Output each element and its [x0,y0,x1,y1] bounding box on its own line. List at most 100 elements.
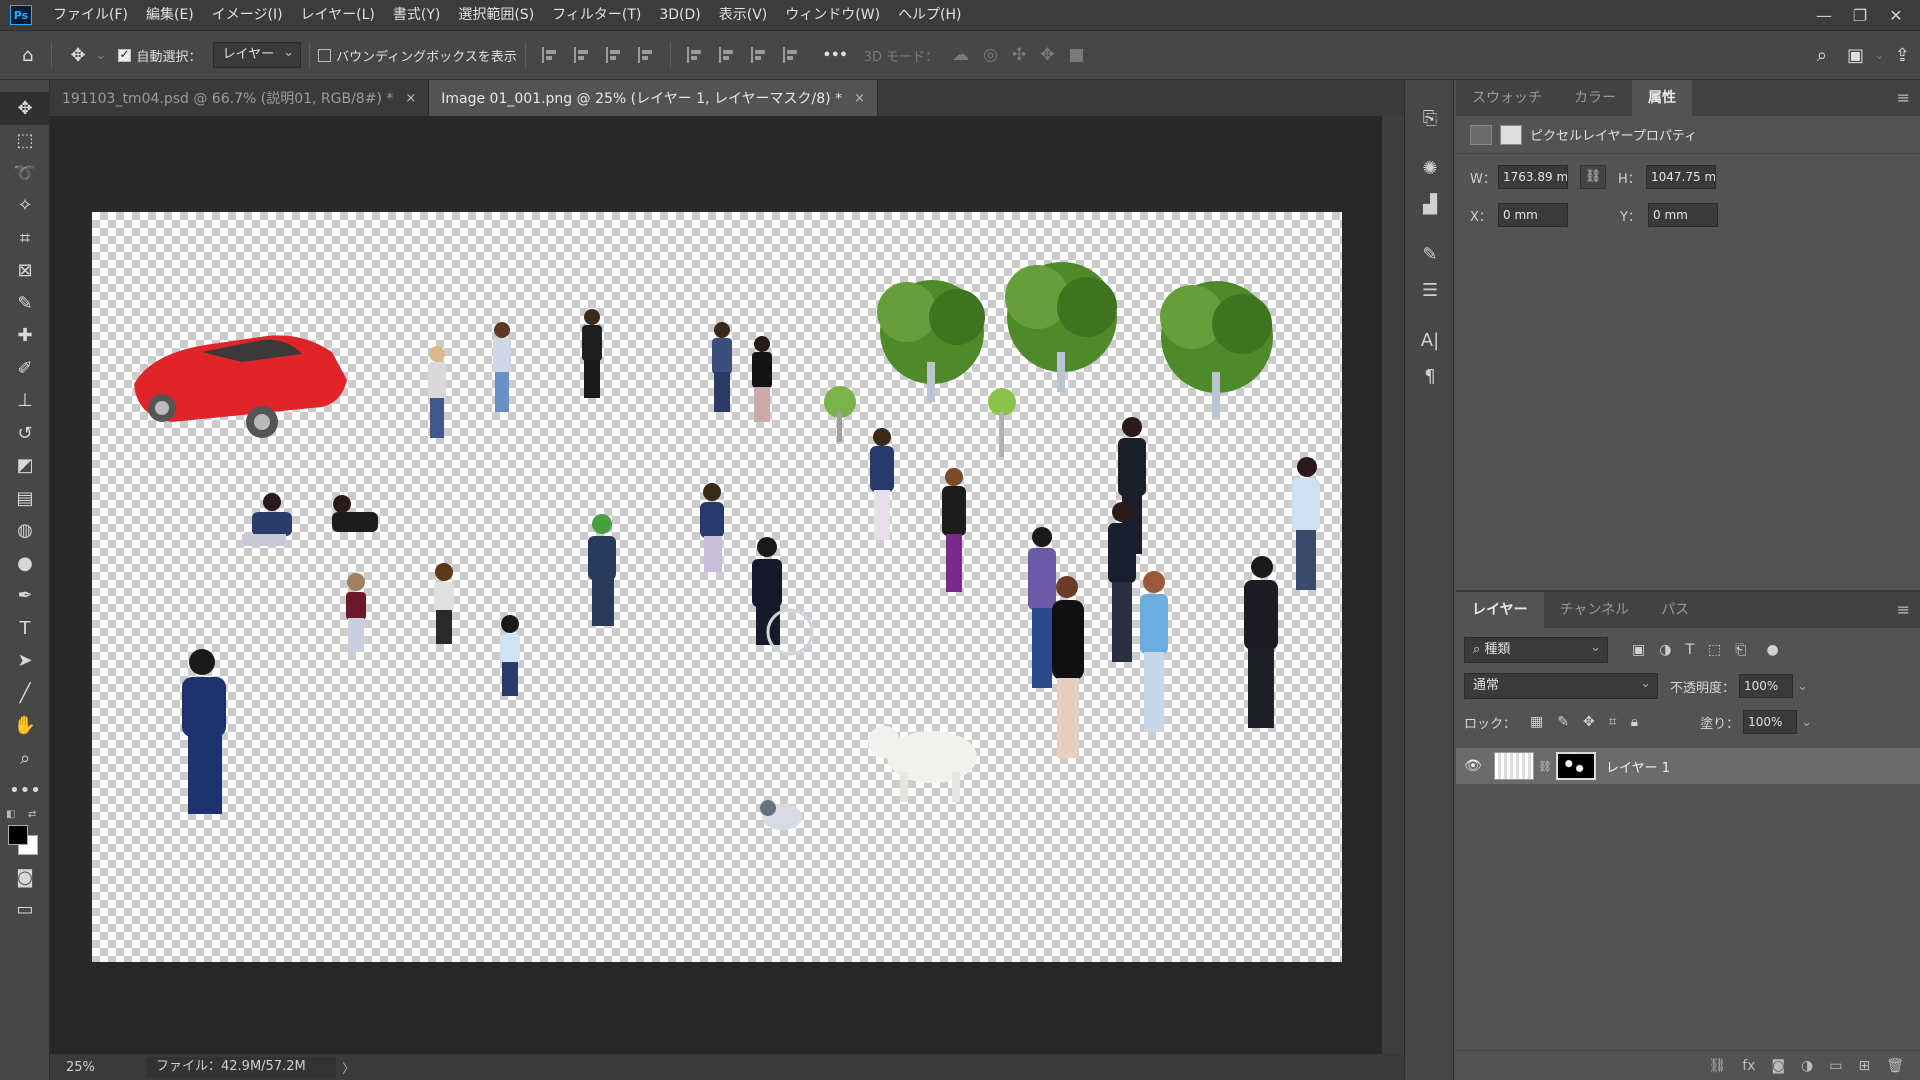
swap-colors-icon[interactable]: ⇄ [28,809,36,820]
opacity-chevron-icon[interactable]: ⌄ [1797,679,1808,694]
crop-tool-icon[interactable]: ⌗ [0,222,50,255]
blend-mode-dropdown[interactable]: 通常 [1464,672,1658,699]
minimize-button[interactable]: — [1806,6,1842,25]
distribute-horizontal-icon[interactable] [782,47,799,63]
menu-edit[interactable]: 編集(E) [137,0,203,30]
blur-tool-icon[interactable]: ◍ [0,515,50,548]
3d-pan-icon[interactable]: ✣ [1012,45,1026,65]
history-brush-tool-icon[interactable]: ↺ [0,417,50,450]
tab-color[interactable]: カラー [1558,80,1632,116]
workspace-chevron-icon[interactable]: ⌄ [1874,48,1885,63]
tool-preset-chevron-icon[interactable]: ⌄ [96,48,107,63]
filter-kind-dropdown[interactable]: ⌕ 種類 [1464,636,1608,663]
auto-select-target-dropdown[interactable]: レイヤー [213,41,302,68]
menu-image[interactable]: イメージ(I) [203,0,292,30]
filter-shape-icon[interactable]: ⬚ [1708,642,1721,658]
restore-button[interactable]: ❐ [1842,6,1878,25]
menu-file[interactable]: ファイル(F) [44,0,137,30]
3d-roll-icon[interactable]: ◎ [983,45,998,65]
tab-channels[interactable]: チャンネル [1544,592,1646,628]
tab-properties[interactable]: 属性 [1632,80,1692,116]
menu-filter[interactable]: フィルター(T) [543,0,650,30]
screen-mode-icon[interactable]: ▭ [0,894,50,927]
more-tools-icon[interactable]: ••• [0,775,50,808]
status-menu-chevron-icon[interactable]: 〉 [342,1058,355,1077]
line-tool-icon[interactable]: ╱ [0,677,50,710]
menu-3d[interactable]: 3D(D) [650,0,709,30]
align-top-icon[interactable] [686,47,703,63]
align-vertical-center-icon[interactable] [718,47,735,63]
character-panel-icon[interactable]: A| [1405,322,1455,358]
clone-stamp-tool-icon[interactable]: ⊥ [0,385,50,418]
new-group-icon[interactable]: ▭ [1829,1058,1842,1074]
menu-select[interactable]: 選択範囲(S) [449,0,543,30]
lock-transparent-icon[interactable]: ▦ [1530,714,1543,730]
dodge-tool-icon[interactable]: ● [0,547,50,580]
zoom-level[interactable]: 25% [50,1060,110,1075]
close-icon[interactable]: × [405,91,416,106]
layer-mask-icon[interactable] [1500,124,1522,145]
gradient-tool-icon[interactable]: ▤ [0,482,50,515]
add-mask-icon[interactable]: ◙ [1771,1058,1785,1074]
panel-menu-icon[interactable]: ≡ [1897,88,1910,107]
distribute-vertical-icon[interactable] [637,47,654,63]
visibility-eye-icon[interactable]: 👁︎ [1456,758,1490,774]
3d-slide-icon[interactable]: ✥ [1040,45,1054,65]
home-icon[interactable]: ⌂ [22,45,33,66]
filter-toggle-icon[interactable]: ● [1766,642,1778,658]
more-options-button[interactable]: ••• [823,48,848,63]
bounding-box-checkbox[interactable] [318,48,332,62]
layer-thumbnail[interactable] [1494,752,1534,780]
lock-artboard-icon[interactable]: ⌗ [1609,714,1617,730]
fill-chevron-icon[interactable]: ⌄ [1801,715,1812,730]
tab-paths[interactable]: パス [1645,592,1705,628]
menu-view[interactable]: 表示(V) [710,0,777,30]
mask-link-icon[interactable]: ⛓ [1538,760,1552,773]
close-icon[interactable]: × [854,91,865,106]
history-panel-icon[interactable]: ⎘ [1405,100,1455,136]
tab-document-1[interactable]: 191103_tm04.psd @ 66.7% (説明01, RGB/8#) *… [50,80,430,116]
hand-tool-icon[interactable]: ✋ [0,710,50,743]
document-canvas[interactable] [92,212,1342,962]
opacity-field[interactable]: 100% [1739,674,1794,698]
canvas-area[interactable] [50,116,1382,1054]
paragraph-panel-icon[interactable]: ¶ [1405,358,1455,394]
marquee-tool-icon[interactable]: ⬚ [0,125,50,158]
navigator-panel-icon[interactable]: ✺ [1405,150,1455,186]
frame-tool-icon[interactable]: ⊠ [0,255,50,288]
pen-tool-icon[interactable]: ✒ [0,580,50,613]
delete-layer-icon[interactable]: 🗑︎ [1886,1058,1904,1074]
lock-all-icon[interactable]: 🔒︎ [1631,714,1638,730]
tab-document-2[interactable]: Image 01_001.png @ 25% (レイヤー 1, レイヤーマスク/… [429,80,878,116]
auto-select-checkbox[interactable] [118,47,132,62]
menu-layer[interactable]: レイヤー(L) [292,0,384,30]
brush-settings-icon[interactable]: ✎ [1405,236,1455,272]
align-bottom-icon[interactable] [750,47,767,63]
search-icon[interactable]: ⌕ [1817,45,1827,66]
align-right-icon[interactable] [605,47,622,63]
type-tool-icon[interactable]: T [0,612,50,645]
y-field[interactable]: 0 mm [1648,203,1718,227]
eyedropper-tool-icon[interactable]: ✎ [0,287,50,320]
menu-window[interactable]: ウィンドウ(W) [776,0,889,30]
lasso-tool-icon[interactable]: ➰ [0,157,50,190]
histogram-panel-icon[interactable]: ▟ [1405,186,1455,222]
3d-orbit-icon[interactable]: ☁ [952,45,969,65]
link-layers-icon[interactable]: ⛓ [1708,1058,1726,1074]
tab-layers[interactable]: レイヤー [1456,592,1544,628]
filter-type-icon[interactable]: T [1685,642,1694,658]
healing-brush-tool-icon[interactable]: ✚ [0,320,50,353]
align-left-icon[interactable] [541,47,558,63]
quick-mask-icon[interactable]: ◙ [0,861,50,894]
lock-position-icon[interactable]: ✥ [1583,714,1595,730]
height-field[interactable]: 1047.75 mm [1646,165,1716,189]
layer-row[interactable]: 👁︎ ⛓ レイヤー 1 [1456,748,1920,784]
share-icon[interactable]: ⇪ [1895,45,1910,66]
align-horizontal-center-icon[interactable] [573,47,590,63]
3d-camera-icon[interactable]: ■ [1068,45,1084,65]
panel-menu-icon[interactable]: ≡ [1897,600,1910,619]
zoom-tool-icon[interactable]: ⌕ [0,742,50,775]
move-tool-icon[interactable]: ✥ [70,45,85,66]
menu-help[interactable]: ヘルプ(H) [889,0,970,30]
path-selection-tool-icon[interactable]: ➤ [0,645,50,678]
